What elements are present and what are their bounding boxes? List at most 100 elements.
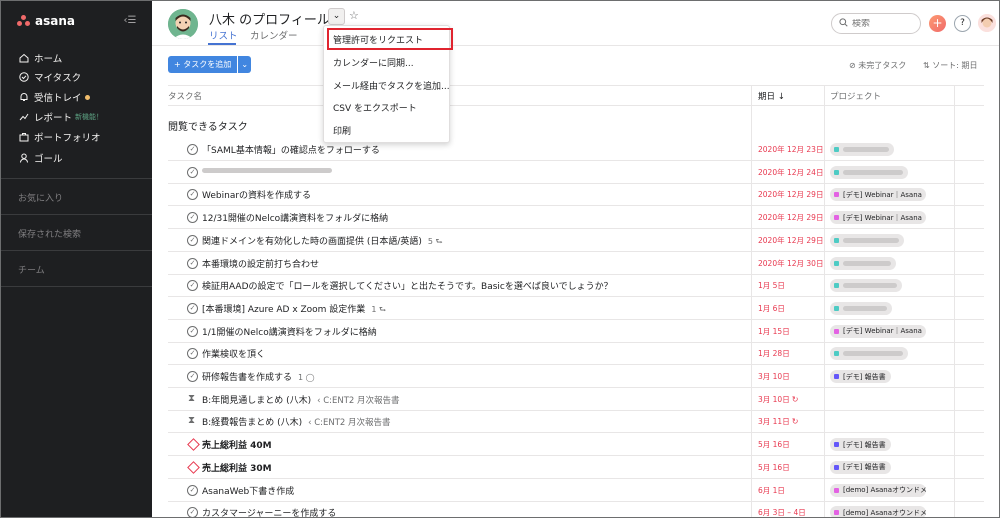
complete-checkbox[interactable]: ✓	[187, 348, 198, 360]
sidebar-item-my-tasks[interactable]: マイタスク	[18, 69, 81, 85]
task-name[interactable]: B:経費報告まとめ (八木) ‹ C:ENT2 月次報告書	[202, 415, 391, 428]
column-header-due-date[interactable]: 期日 ↓	[758, 90, 785, 102]
project-pill[interactable]: [デモ] 報告書	[830, 438, 891, 452]
user-avatar[interactable]	[978, 14, 996, 32]
task-name[interactable]: 本番環境の設定前打ち合わせ	[202, 257, 319, 270]
due-date[interactable]: 2020年 12月 29日	[758, 189, 823, 200]
parent-task-link[interactable]: ‹ C:ENT2 月次報告書	[317, 396, 399, 406]
table-row[interactable]: 売上総利益 40M 5月 16日 [デモ] 報告書	[168, 433, 984, 457]
table-row[interactable]: ✓ [本番環境] Azure AD x Zoom 設定作業 1 ⮑ 1月 6日	[168, 297, 984, 320]
menu-item-export-csv[interactable]: CSV をエクスポート	[333, 101, 417, 114]
table-row[interactable]: ✓ 「SAML基本情報」の確認点をフォローする 2020年 12月 23日	[168, 138, 984, 161]
project-pill[interactable]	[830, 165, 908, 179]
table-row[interactable]: ✓ AsanaWeb下書き作成 6月 1日 [demo] Asanaオウンドメ...	[168, 479, 984, 502]
due-date[interactable]: 3月 10日	[758, 371, 790, 382]
due-date[interactable]: 2020年 12月 29日	[758, 235, 823, 246]
task-name[interactable]: Webinarの資料を作成する	[202, 188, 311, 201]
menu-item-sync-calendar[interactable]: カレンダーに同期...	[333, 56, 414, 69]
task-name[interactable]: 「SAML基本情報」の確認点をフォローする	[202, 143, 380, 156]
complete-checkbox[interactable]: ✓	[187, 234, 198, 246]
due-date[interactable]: 1月 28日	[758, 348, 790, 359]
approval-icon[interactable]: ⧗	[188, 415, 195, 426]
task-name[interactable]: 研修報告書を作成する 1 ◯	[202, 370, 315, 383]
task-name[interactable]: 売上総利益 30M	[202, 461, 272, 474]
due-date[interactable]: 1月 15日	[758, 326, 790, 337]
project-pill[interactable]: [デモ] Webinar｜Asana	[830, 211, 926, 225]
tab-calendar[interactable]: カレンダー	[250, 28, 298, 42]
task-name[interactable]: [本番環境] Azure AD x Zoom 設定作業 1 ⮑	[202, 302, 386, 318]
task-name[interactable]: 検証用AADの設定で「ロールを選択してください」と出たそうです。Basicを選べ…	[202, 279, 613, 292]
complete-checkbox[interactable]: ✓	[187, 257, 198, 269]
project-pill[interactable]	[830, 233, 904, 247]
add-task-dropdown[interactable]: ⌄	[238, 56, 252, 73]
project-pill[interactable]: [デモ] 報告書	[830, 370, 891, 383]
due-date[interactable]: 1月 6日	[758, 303, 785, 314]
tab-list[interactable]: リスト	[209, 28, 238, 42]
table-row[interactable]: ✓ 12/31開催のNelco講演資料をフォルダに格納 2020年 12月 29日 […	[168, 206, 984, 230]
project-pill[interactable]: [デモ] Webinar｜Asana	[830, 188, 926, 202]
complete-checkbox[interactable]: ✓	[187, 371, 198, 382]
menu-item-request-admin[interactable]: 管理許可をリクエスト	[333, 33, 423, 46]
sort-button[interactable]: ⇅ ソート: 期日	[923, 60, 978, 71]
chevron-down-icon[interactable]: ⌄	[328, 8, 345, 25]
table-row[interactable]: ⧗ B:年間見通しまとめ (八木) ‹ C:ENT2 月次報告書 3月 10日 ↻	[168, 388, 984, 411]
table-row[interactable]: ✓ 関連ドメインを有効化した時の画面提供 (日本語/英語) 5 ⮑ 2020年 12月…	[168, 229, 984, 252]
table-row[interactable]: ⧗ B:経費報告まとめ (八木) ‹ C:ENT2 月次報告書 3月 11日 ↻	[168, 410, 984, 434]
project-pill[interactable]	[830, 143, 894, 156]
complete-checkbox[interactable]: ✓	[187, 166, 198, 178]
due-date[interactable]: 6月 1日	[758, 485, 785, 496]
table-row[interactable]: ✓ 1/1開催のNelco講演資料をフォルダに格納 1月 15日 [デモ] Webin…	[168, 320, 984, 343]
table-row[interactable]: ✓ 検証用AADの設定で「ロールを選択してください」と出たそうです。Basicを選…	[168, 274, 984, 298]
milestone-icon[interactable]	[187, 438, 200, 451]
menu-item-add-tasks-via-email[interactable]: メール経由でタスクを追加...	[333, 79, 450, 92]
due-date[interactable]: 3月 10日 ↻	[758, 394, 798, 405]
column-header-task-name[interactable]: タスク名	[168, 90, 202, 102]
help-button[interactable]: ?	[954, 15, 971, 32]
table-row[interactable]: 売上総利益 30M 5月 16日 [デモ] 報告書	[168, 456, 984, 479]
project-pill[interactable]: [demo] Asanaオウンドメ...	[830, 506, 926, 517]
approval-icon[interactable]: ⧗	[188, 393, 195, 404]
due-date[interactable]: 2020年 12月 23日	[758, 144, 823, 155]
section-title[interactable]: 閲覧できるタスク	[168, 118, 248, 133]
due-date[interactable]: 5月 16日	[758, 439, 790, 450]
sidebar-section-teams[interactable]: チーム	[18, 263, 45, 276]
table-row[interactable]: ✓ 研修報告書を作成する 1 ◯ 3月 10日 [デモ] 報告書	[168, 365, 984, 388]
search-input[interactable]	[852, 18, 912, 29]
task-name[interactable]: 関連ドメインを有効化した時の画面提供 (日本語/英語) 5 ⮑	[202, 234, 443, 250]
sidebar-section-saved-searches[interactable]: 保存された検索	[18, 227, 81, 240]
complete-checkbox[interactable]: ✓	[187, 484, 198, 496]
project-pill[interactable]	[830, 347, 908, 361]
due-date[interactable]: 3月 11日 ↻	[758, 416, 798, 427]
table-row[interactable]: ✓ 本番環境の設定前打ち合わせ 2020年 12月 30日	[168, 252, 984, 275]
complete-checkbox[interactable]: ✓	[187, 144, 198, 155]
task-name[interactable]: 1/1開催のNelco講演資料をフォルダに格納	[202, 325, 377, 338]
task-name[interactable]	[202, 166, 332, 176]
due-date[interactable]: 2020年 12月 29日	[758, 212, 823, 223]
due-date[interactable]: 6月 3日 – 4日	[758, 507, 806, 517]
task-name[interactable]: カスタマージャーニーを作成する	[202, 506, 336, 517]
sidebar-item-portfolios[interactable]: ポートフォリオ	[18, 129, 101, 145]
complete-checkbox[interactable]: ✓	[187, 280, 198, 292]
star-icon[interactable]: ☆	[349, 9, 359, 22]
complete-checkbox[interactable]: ✓	[187, 189, 198, 201]
task-name[interactable]: AsanaWeb下書き作成	[202, 484, 294, 497]
column-header-project[interactable]: プロジェクト	[830, 90, 881, 102]
due-date[interactable]: 2020年 12月 30日	[758, 258, 823, 269]
task-name[interactable]: 作業検収を頂く	[202, 347, 265, 360]
parent-task-link[interactable]: ‹ C:ENT2 月次報告書	[308, 418, 390, 428]
complete-checkbox[interactable]: ✓	[187, 302, 198, 314]
task-name[interactable]: 12/31開催のNelco講演資料をフォルダに格納	[202, 211, 388, 224]
project-pill[interactable]: [demo] Asanaオウンドメ...	[830, 483, 926, 497]
complete-checkbox[interactable]: ✓	[187, 212, 198, 224]
complete-checkbox[interactable]: ✓	[187, 325, 198, 337]
add-task-button[interactable]: + タスクを追加	[168, 56, 238, 73]
table-row[interactable]: ✓ カスタマージャーニーを作成する 6月 3日 – 4日 [demo] Asanaオウ…	[168, 501, 984, 517]
menu-item-print[interactable]: 印刷	[333, 124, 351, 137]
milestone-icon[interactable]	[187, 460, 200, 474]
task-name[interactable]: B:年間見通しまとめ (八木) ‹ C:ENT2 月次報告書	[202, 393, 400, 406]
search-box[interactable]	[831, 13, 921, 34]
sidebar-item-reports[interactable]: レポート 新機能！	[18, 109, 103, 125]
quick-add-button[interactable]: +	[929, 15, 946, 32]
sidebar-section-favorites[interactable]: お気に入り	[18, 191, 63, 204]
table-row[interactable]: ✓ 作業検収を頂く 1月 28日	[168, 342, 984, 366]
